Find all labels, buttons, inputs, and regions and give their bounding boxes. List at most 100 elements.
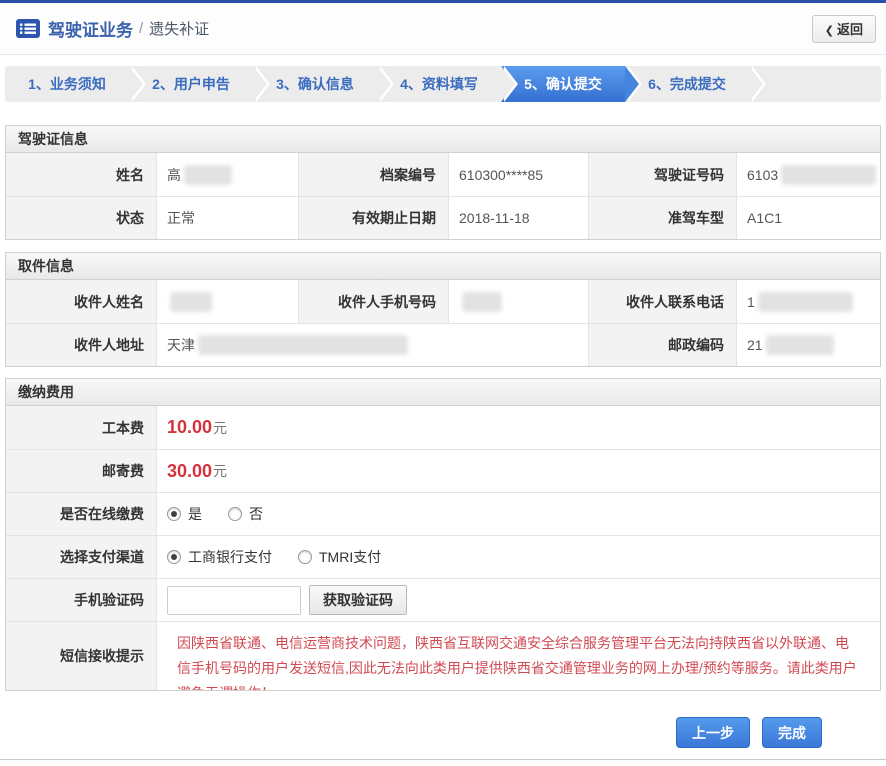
radio-unselected-icon — [228, 507, 242, 521]
radio-unselected-icon — [298, 550, 312, 564]
value-text: 高 — [167, 165, 181, 185]
step-5-active[interactable]: 5、确认提交 — [501, 66, 625, 102]
radio-online-payment-yes[interactable]: 是 — [167, 504, 202, 524]
field-value-production-fee: 10.00元 — [156, 406, 880, 449]
license-section-title: 驾驶证信息 — [6, 126, 880, 153]
steps-bar: 1、业务须知 2、用户申告 3、确认信息 4、资料填写 5、确认提交 6、完成提… — [5, 66, 881, 102]
field-label-sms-notice: 短信接收提示 — [6, 621, 156, 690]
step-4[interactable]: 4、资料填写 — [377, 66, 501, 102]
value-text: 610300****85 — [459, 167, 543, 183]
field-value-recipient-name — [156, 280, 298, 323]
field-label-status: 状态 — [6, 196, 156, 239]
step-label: 1、业务须知 — [28, 74, 106, 94]
step-label: 4、资料填写 — [400, 74, 478, 94]
radio-selected-icon — [167, 550, 181, 564]
step-label: 5、确认提交 — [524, 74, 602, 94]
step-3[interactable]: 3、确认信息 — [253, 66, 377, 102]
field-label-name: 姓名 — [6, 153, 156, 196]
sms-notice-cell: 因陕西省联通、电信运营商技术问题，陕西省互联网交通安全综合服务管理平台无法向持陕… — [156, 621, 880, 690]
step-6[interactable]: 6、完成提交 — [625, 66, 749, 102]
radio-label: 是 — [188, 504, 202, 524]
fees-section-title: 缴纳费用 — [6, 379, 880, 406]
value-text: 2018-11-18 — [459, 210, 530, 226]
page-header: 驾驶证业务 / 遗失补证 ❮返回 — [0, 3, 886, 55]
previous-step-button[interactable]: 上一步 — [676, 717, 750, 748]
license-info-table: 姓名 高 档案编号 610300****85 驾驶证号码 6103 状态 正常 … — [6, 153, 880, 239]
radio-label: TMRI支付 — [319, 547, 381, 567]
step-label: 6、完成提交 — [648, 74, 726, 94]
field-value-status: 正常 — [156, 196, 298, 239]
privacy-blur — [170, 292, 212, 312]
payment-channel-options: 工商银行支付 TMRI支付 — [156, 535, 880, 578]
sms-code-row: 获取验证码 — [156, 578, 880, 621]
field-value-recipient-mobile — [448, 280, 588, 323]
privacy-blur — [758, 292, 853, 312]
value-text: 正常 — [167, 208, 195, 228]
online-payment-options: 是 否 — [156, 492, 880, 535]
postage-fee-amount: 30.00 — [167, 461, 212, 482]
privacy-blur — [184, 165, 232, 185]
field-label-recipient-mobile: 收件人手机号码 — [298, 280, 448, 323]
field-value-recipient-phone: 1 — [736, 280, 880, 323]
field-label-postal-code: 邮政编码 — [588, 323, 736, 366]
field-value-name: 高 — [156, 153, 298, 196]
license-list-icon — [16, 19, 40, 38]
radio-label: 工商银行支付 — [188, 547, 272, 567]
fees-section: 缴纳费用 工本费 10.00元 邮寄费 30.00元 是否在线缴费 是 否 选择… — [5, 378, 881, 691]
value-text: 6103 — [747, 167, 778, 183]
field-label-payment-channel: 选择支付渠道 — [6, 535, 156, 578]
field-value-license-number: 6103 — [736, 153, 880, 196]
sms-code-input[interactable] — [167, 586, 301, 615]
pickup-section-title: 取件信息 — [6, 253, 880, 280]
field-value-expiry-date: 2018-11-18 — [448, 196, 588, 239]
breadcrumb-separator: / — [139, 20, 143, 37]
field-value-recipient-address: 天津 — [156, 323, 588, 366]
value-text: A1C1 — [747, 210, 782, 226]
radio-channel-tmri[interactable]: TMRI支付 — [298, 547, 381, 567]
value-text: 天津 — [167, 335, 195, 355]
step-label: 3、确认信息 — [276, 74, 354, 94]
field-label-recipient-name: 收件人姓名 — [6, 280, 156, 323]
license-info-section: 驾驶证信息 姓名 高 档案编号 610300****85 驾驶证号码 6103 … — [5, 125, 881, 240]
back-button[interactable]: ❮返回 — [812, 15, 876, 43]
back-button-label: 返回 — [837, 22, 863, 37]
privacy-blur — [198, 335, 408, 355]
radio-selected-icon — [167, 507, 181, 521]
step-1[interactable]: 1、业务须知 — [5, 66, 129, 102]
postage-fee-unit: 元 — [213, 461, 227, 481]
sms-notice-text: 因陕西省联通、电信运营商技术问题，陕西省互联网交通安全综合服务管理平台无法向持陕… — [167, 622, 880, 690]
pickup-info-section: 取件信息 收件人姓名 收件人手机号码 收件人联系电话 1 收件人地址 天津 邮政… — [5, 252, 881, 367]
page-title: 驾驶证业务 — [48, 16, 133, 41]
radio-online-payment-no[interactable]: 否 — [228, 504, 263, 524]
field-label-license-number: 驾驶证号码 — [588, 153, 736, 196]
field-label-production-fee: 工本费 — [6, 406, 156, 449]
field-label-postage-fee: 邮寄费 — [6, 449, 156, 492]
page-bottom-divider — [0, 759, 886, 760]
get-sms-code-button[interactable]: 获取验证码 — [309, 585, 407, 615]
field-label-sms-code: 手机验证码 — [6, 578, 156, 621]
field-label-expiry-date: 有效期止日期 — [298, 196, 448, 239]
breadcrumb-current: 遗失补证 — [149, 18, 209, 39]
field-value-postal-code: 21 — [736, 323, 880, 366]
field-label-recipient-address: 收件人地址 — [6, 323, 156, 366]
privacy-blur — [781, 165, 876, 185]
value-text: 21 — [747, 337, 763, 353]
field-value-file-number: 610300****85 — [448, 153, 588, 196]
value-text: 1 — [747, 294, 755, 310]
field-label-recipient-phone: 收件人联系电话 — [588, 280, 736, 323]
privacy-blur — [766, 335, 834, 355]
back-arrow-icon: ❮ — [825, 25, 834, 37]
privacy-blur — [462, 292, 502, 312]
production-fee-unit: 元 — [213, 418, 227, 438]
radio-label: 否 — [249, 504, 263, 524]
radio-channel-icbc[interactable]: 工商银行支付 — [167, 547, 272, 567]
finish-button[interactable]: 完成 — [762, 717, 822, 748]
fees-table: 工本费 10.00元 邮寄费 30.00元 是否在线缴费 是 否 选择支付渠道 … — [6, 406, 880, 690]
field-value-postage-fee: 30.00元 — [156, 449, 880, 492]
footer-actions: 上一步 完成 — [0, 717, 822, 748]
step-label: 2、用户申告 — [152, 74, 230, 94]
field-value-vehicle-class: A1C1 — [736, 196, 880, 239]
step-2[interactable]: 2、用户申告 — [129, 66, 253, 102]
production-fee-amount: 10.00 — [167, 417, 212, 438]
steps-filler — [749, 66, 881, 102]
